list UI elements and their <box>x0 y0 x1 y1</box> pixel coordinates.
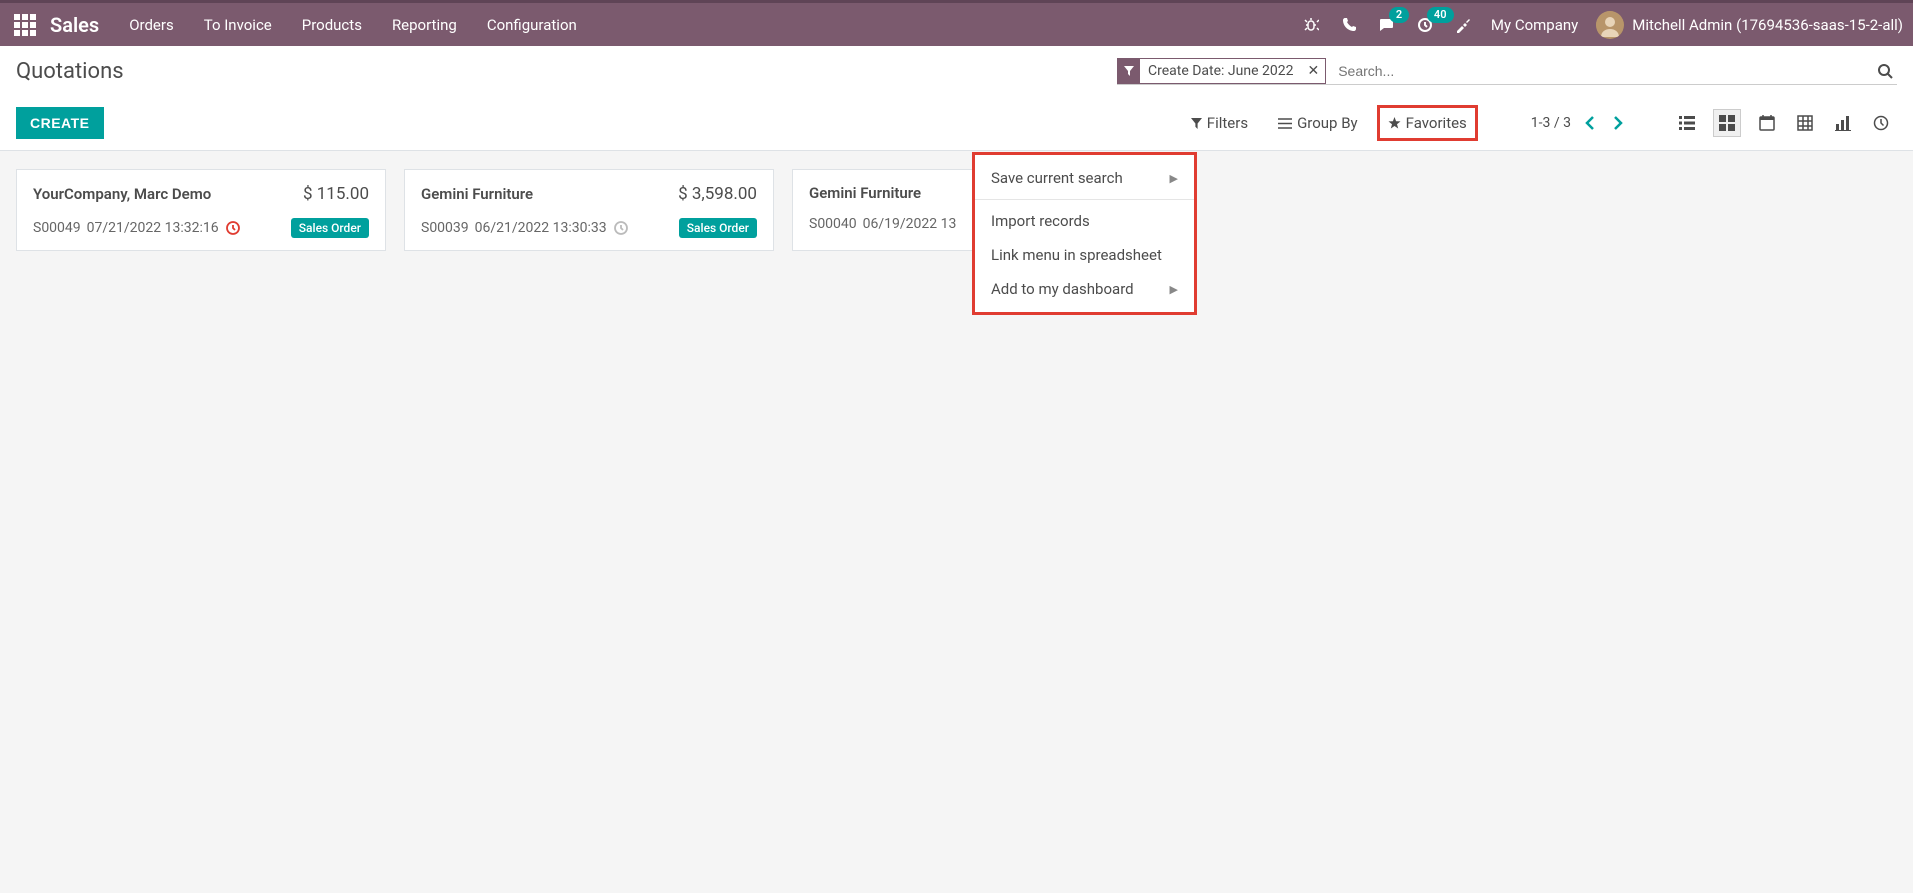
card-order: S00039 <box>421 220 469 236</box>
top-nav: Sales Orders To Invoice Products Reporti… <box>0 0 1913 46</box>
card-title: Gemini Furniture <box>421 185 533 203</box>
favorites-import-records[interactable]: Import records <box>975 204 1194 238</box>
groupby-label: Group By <box>1297 114 1358 132</box>
company-selector[interactable]: My Company <box>1491 16 1578 34</box>
kanban-card[interactable]: Gemini Furniture $ 3,598.00 S00039 06/21… <box>404 169 774 251</box>
facet-remove-icon[interactable]: ✕ <box>1301 63 1325 79</box>
list-view-icon[interactable] <box>1675 111 1699 135</box>
control-bar: Quotations Create Date: June 2022 ✕ CREA… <box>0 46 1913 151</box>
search-input[interactable] <box>1332 59 1873 83</box>
apps-icon[interactable] <box>10 10 40 40</box>
chat-badge: 2 <box>1389 7 1409 23</box>
avatar <box>1596 11 1624 39</box>
kanban-card[interactable]: YourCompany, Marc Demo $ 115.00 S00049 0… <box>16 169 386 251</box>
card-order: S00049 <box>33 220 81 236</box>
facet-label: Create Date: June 2022 <box>1140 63 1301 79</box>
bug-icon[interactable] <box>1301 15 1321 35</box>
card-datetime: 06/21/2022 13:30:33 <box>475 220 607 236</box>
create-button[interactable]: CREATE <box>16 107 104 139</box>
app-brand[interactable]: Sales <box>50 13 99 37</box>
card-price: $ 3,598.00 <box>678 184 757 204</box>
menu-divider <box>975 199 1194 200</box>
tools-icon[interactable] <box>1453 15 1473 35</box>
phone-icon[interactable] <box>1339 15 1359 35</box>
caret-right-icon: ▶ <box>1170 283 1178 296</box>
search-facet: Create Date: June 2022 ✕ <box>1117 58 1326 84</box>
filters-dropdown[interactable]: Filters <box>1185 110 1254 136</box>
groupby-dropdown[interactable]: Group By <box>1272 110 1364 136</box>
kanban-area: YourCompany, Marc Demo $ 115.00 S00049 0… <box>0 151 1913 269</box>
activity-icon[interactable]: 40 <box>1415 15 1435 35</box>
caret-right-icon: ▶ <box>1170 172 1178 185</box>
nav-menus: Orders To Invoice Products Reporting Con… <box>129 16 577 34</box>
clock-overdue-icon <box>225 220 241 236</box>
search-area: Create Date: June 2022 ✕ <box>1117 58 1897 85</box>
search-icon[interactable] <box>1873 63 1897 79</box>
menu-configuration[interactable]: Configuration <box>487 16 577 34</box>
user-menu[interactable]: Mitchell Admin (17694536-saas-15-2-all) <box>1596 11 1903 39</box>
pager-next-icon[interactable] <box>1609 112 1627 134</box>
card-order: S00040 <box>809 216 857 232</box>
pivot-view-icon[interactable] <box>1793 111 1817 135</box>
card-price: $ 115.00 <box>303 184 369 204</box>
favorites-add-dashboard[interactable]: Add to my dashboard ▶ <box>975 272 1194 306</box>
card-datetime: 06/19/2022 13 <box>863 216 957 232</box>
favorites-dropdown[interactable]: Favorites <box>1382 110 1473 136</box>
pager-count: 1-3 / 3 <box>1531 115 1571 131</box>
calendar-view-icon[interactable] <box>1755 111 1779 135</box>
menu-products[interactable]: Products <box>302 16 362 34</box>
page-title: Quotations <box>16 59 124 84</box>
pager: 1-3 / 3 <box>1531 112 1627 134</box>
favorites-menu: Save current search ▶ Import records Lin… <box>972 152 1197 315</box>
clock-icon <box>613 220 629 236</box>
card-title: YourCompany, Marc Demo <box>33 185 211 203</box>
card-title: Gemini Furniture <box>809 184 921 202</box>
favorites-label: Favorites <box>1406 114 1467 132</box>
activity-badge: 40 <box>1427 7 1454 23</box>
chat-icon[interactable]: 2 <box>1377 15 1397 35</box>
status-badge: Sales Order <box>291 218 369 238</box>
activity-view-icon[interactable] <box>1869 111 1893 135</box>
view-switcher <box>1675 109 1893 137</box>
filters-label: Filters <box>1207 114 1248 132</box>
user-label: Mitchell Admin (17694536-saas-15-2-all) <box>1632 16 1903 34</box>
menu-orders[interactable]: Orders <box>129 16 174 34</box>
favorites-link-spreadsheet[interactable]: Link menu in spreadsheet <box>975 238 1194 272</box>
menu-reporting[interactable]: Reporting <box>392 16 457 34</box>
card-datetime: 07/21/2022 13:32:16 <box>87 220 219 236</box>
pager-prev-icon[interactable] <box>1581 112 1599 134</box>
search-options: Filters Group By Favorites 1-3 / 3 <box>1185 109 1897 137</box>
status-badge: Sales Order <box>679 218 757 238</box>
menu-to-invoice[interactable]: To Invoice <box>204 16 272 34</box>
graph-view-icon[interactable] <box>1831 111 1855 135</box>
nav-right: 2 40 My Company Mitchell Admin (17694536… <box>1301 11 1903 39</box>
kanban-view-icon[interactable] <box>1713 109 1741 137</box>
filter-icon <box>1118 59 1140 83</box>
favorites-save-search[interactable]: Save current search ▶ <box>975 161 1194 195</box>
